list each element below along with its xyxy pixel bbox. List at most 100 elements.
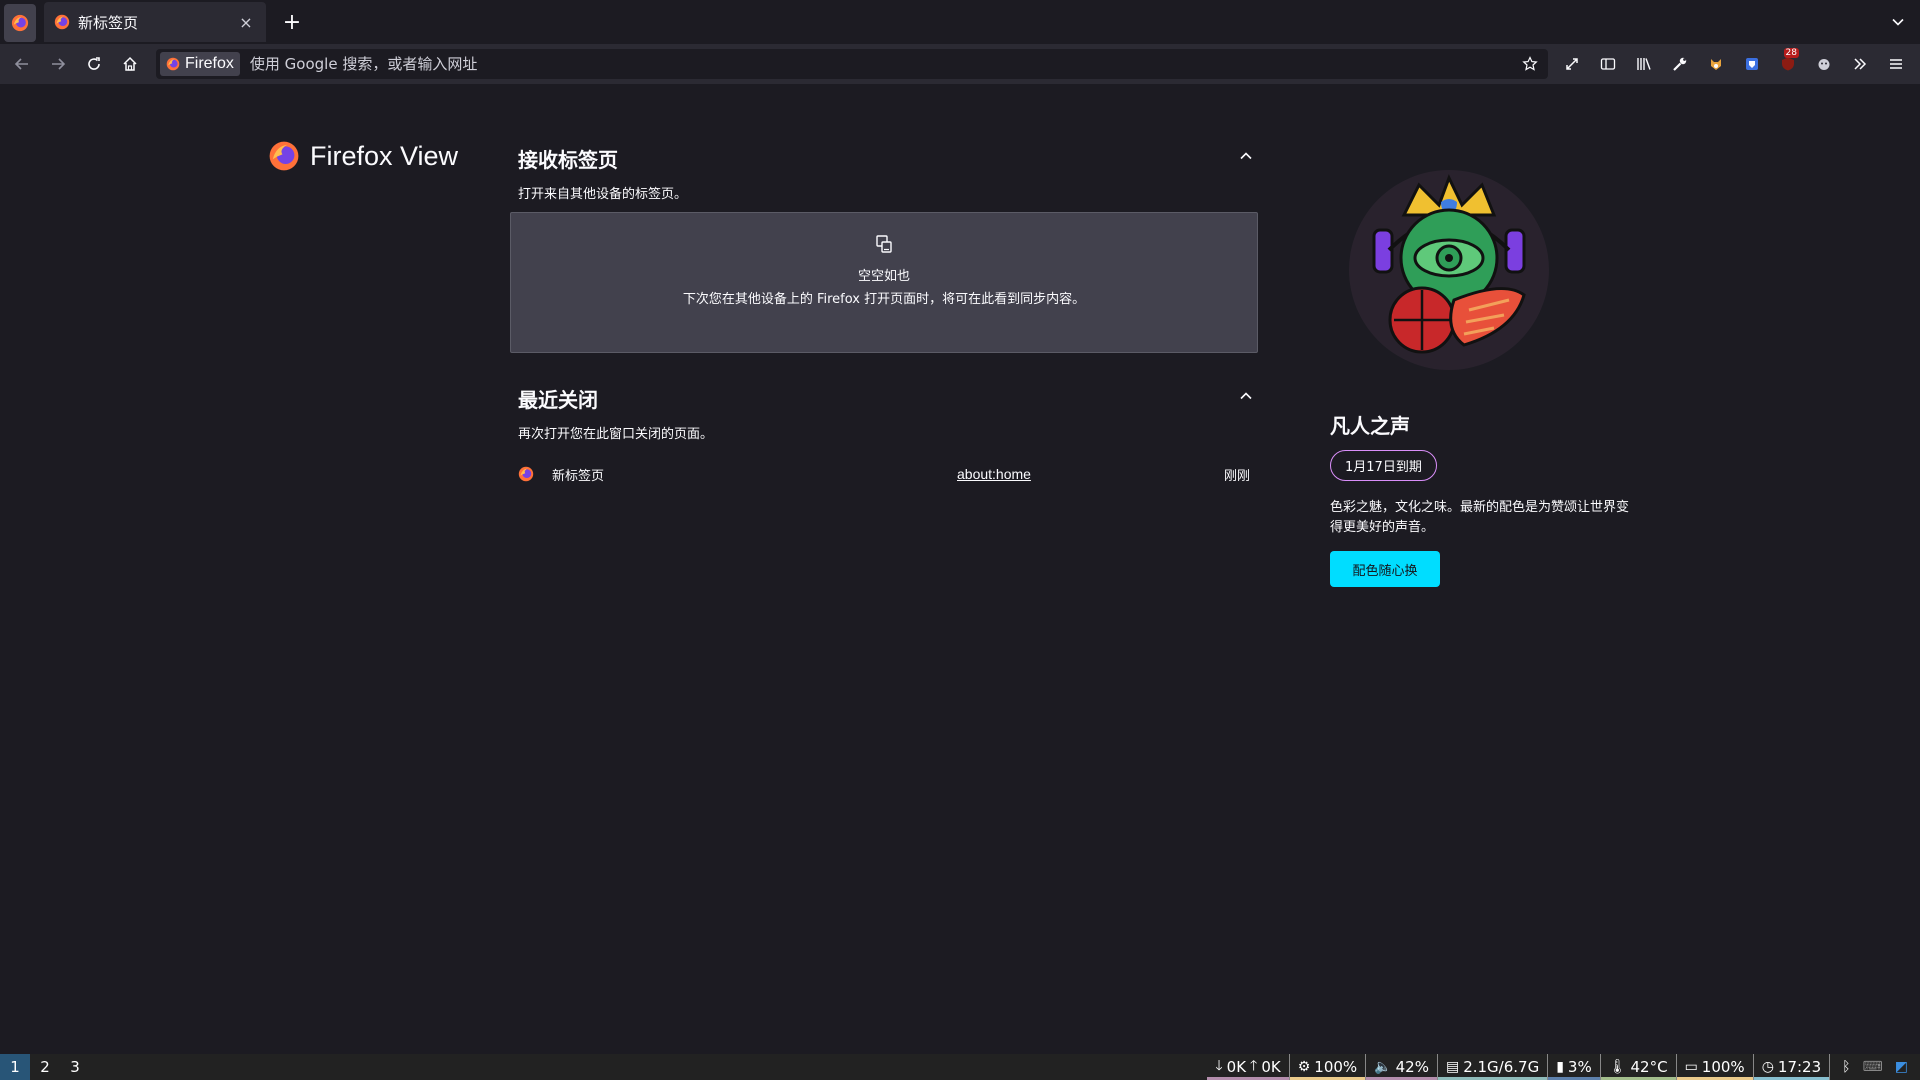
- disk-status: ▮ 3%: [1548, 1054, 1601, 1080]
- battery-icon: ▭: [1684, 1059, 1698, 1075]
- workspace-2[interactable]: 2: [30, 1054, 60, 1080]
- url-input[interactable]: [239, 52, 1516, 76]
- chevron-up-icon: [1240, 392, 1252, 400]
- disk-icon: ▮: [1556, 1059, 1564, 1075]
- firefox-logo-icon: [166, 57, 180, 71]
- chevron-down-icon: [1892, 18, 1904, 26]
- battery-value: 100%: [1701, 1058, 1745, 1076]
- firefox-logo-icon: [11, 14, 29, 32]
- mask-icon: [1818, 59, 1830, 70]
- list-all-tabs-button[interactable]: [1886, 10, 1910, 34]
- arrow-down-icon: 🡓: [1215, 1058, 1223, 1074]
- temperature-status: 🌡 42°C: [1600, 1054, 1677, 1080]
- firefox-view-button[interactable]: [4, 4, 36, 42]
- received-tabs-section: 接收标签页 打开来自其他设备的标签页。 空空如也 下次您在其他设备上的 Fire…: [510, 144, 1258, 353]
- extension-fox-button[interactable]: [1700, 48, 1732, 80]
- workspace-3[interactable]: 3: [60, 1054, 90, 1080]
- clock-icon: ◷: [1761, 1059, 1774, 1075]
- received-tabs-empty-state: 空空如也 下次您在其他设备上的 Firefox 打开页面时，将可在此看到同步内容…: [510, 212, 1258, 353]
- collapse-received-tabs-button[interactable]: [1234, 144, 1258, 168]
- shield-icon: [1746, 58, 1758, 70]
- network-status: 🡓 0K 🡑 0K: [1207, 1054, 1290, 1080]
- home-button[interactable]: [114, 48, 146, 80]
- recently-closed-description: 再次打开您在此窗口关闭的页面。: [518, 427, 714, 442]
- colorway-expiry-badge: 1月17日到期: [1330, 450, 1437, 481]
- clock-status: ◷ 17:23: [1753, 1054, 1831, 1080]
- empty-state-description: 下次您在其他设备上的 Firefox 打开页面时，将可在此看到同步内容。: [682, 292, 1086, 307]
- cpu-status: ⚙ 100%: [1289, 1054, 1367, 1080]
- memory-status: ▤ 2.1G/6.7G: [1437, 1054, 1549, 1080]
- app-menu-button[interactable]: [1880, 48, 1912, 80]
- tab-new-tab[interactable]: 新标签页 ×: [44, 2, 266, 42]
- overflow-menu-button[interactable]: [1844, 48, 1876, 80]
- cpu-value: 100%: [1314, 1058, 1358, 1076]
- speaker-icon: 🔈: [1374, 1059, 1392, 1075]
- chevron-up-icon: [1240, 152, 1252, 160]
- double-chevron-right-icon: [1854, 58, 1867, 70]
- reload-button[interactable]: [78, 48, 110, 80]
- forward-button[interactable]: [42, 48, 74, 80]
- identity-box[interactable]: Firefox: [160, 52, 240, 76]
- firefox-logo-icon: [269, 141, 299, 171]
- system-tray: ᛒ ⌨ ◩: [1830, 1059, 1920, 1075]
- disk-value: 3%: [1567, 1058, 1592, 1076]
- colorway-description: 色彩之魅，文化之味。最新的配色是为赞颂让世界变得更美好的声音。: [1330, 500, 1630, 535]
- page-title: Firefox View: [310, 140, 459, 171]
- star-icon: [1522, 56, 1538, 71]
- navigation-toolbar: Firefox 使用 Google 搜索，或者输入网址 28: [0, 44, 1920, 84]
- sidebar-icon: [1600, 58, 1616, 70]
- sidebar-button[interactable]: [1592, 48, 1624, 80]
- system-status-bar: 1 2 3 🡓 0K 🡑 0K ⚙ 100% 🔈 42% ▤ 2.1G/6.7G…: [0, 1054, 1920, 1080]
- volume-status[interactable]: 🔈 42%: [1366, 1054, 1438, 1080]
- toolbar-actions: 28: [1556, 48, 1916, 80]
- input-method-icon[interactable]: ◩: [1895, 1059, 1908, 1075]
- home-icon: [123, 56, 137, 71]
- list-item[interactable]: 新标签页 about:home 刚刚: [510, 462, 1258, 486]
- extension-counter-button[interactable]: 28: [1772, 48, 1804, 80]
- bluetooth-icon[interactable]: ᛒ: [1842, 1059, 1850, 1075]
- bookmark-star-button[interactable]: [1516, 52, 1544, 76]
- reload-icon: [88, 57, 100, 70]
- colorway-title: 凡人之声: [1330, 414, 1410, 438]
- firefox-logo-icon: [518, 466, 534, 482]
- keyboard-icon[interactable]: ⌨: [1863, 1059, 1883, 1075]
- net-down-value: 0K: [1226, 1058, 1247, 1076]
- closed-tab-url[interactable]: about:home: [957, 466, 1031, 482]
- back-button[interactable]: [6, 48, 38, 80]
- collapse-recently-closed-button[interactable]: [1234, 384, 1258, 408]
- extension-mask-button[interactable]: [1808, 48, 1840, 80]
- tab-title: 新标签页: [78, 13, 139, 32]
- net-up-value: 0K: [1261, 1058, 1281, 1076]
- clock-value: 17:23: [1777, 1058, 1822, 1076]
- recently-closed-title: 最近关闭: [518, 388, 598, 412]
- colorway-change-button[interactable]: 配色随心换: [1330, 551, 1440, 587]
- colorway-illustration: [1349, 170, 1549, 370]
- recently-closed-section: 最近关闭 再次打开您在此窗口关闭的页面。 新标签页 about:home 刚刚: [510, 384, 1258, 486]
- identity-label: Firefox: [185, 55, 234, 72]
- gear-icon: ⚙: [1297, 1059, 1311, 1075]
- url-bar[interactable]: Firefox: [156, 49, 1548, 79]
- workspace-1[interactable]: 1: [0, 1054, 30, 1080]
- received-tabs-description: 打开来自其他设备的标签页。: [518, 187, 688, 202]
- library-button[interactable]: [1628, 48, 1660, 80]
- volume-value: 42%: [1395, 1058, 1429, 1076]
- new-tab-button[interactable]: +: [278, 8, 306, 36]
- hamburger-menu-icon: [1890, 59, 1902, 69]
- battery-status: ▭ 100%: [1676, 1054, 1754, 1080]
- expand-arrows-icon: [1566, 58, 1578, 70]
- memory-value: 2.1G/6.7G: [1463, 1058, 1540, 1076]
- memory-icon: ▤: [1445, 1059, 1460, 1075]
- fullscreen-button[interactable]: [1556, 48, 1588, 80]
- close-tab-icon[interactable]: ×: [236, 13, 256, 32]
- empty-state-title: 空空如也: [857, 269, 910, 284]
- developer-tools-button[interactable]: [1664, 48, 1696, 80]
- firefox-logo-icon: [54, 14, 70, 30]
- arrow-right-icon: [52, 58, 66, 70]
- extension-shield-button[interactable]: [1736, 48, 1768, 80]
- ublock-icon: [1782, 57, 1794, 71]
- status-modules: 🡓 0K 🡑 0K ⚙ 100% 🔈 42% ▤ 2.1G/6.7G ▮ 3% …: [1207, 1054, 1920, 1080]
- closed-tab-title: 新标签页: [552, 468, 605, 484]
- closed-tab-time: 刚刚: [1223, 468, 1250, 484]
- wrench-icon: [1673, 57, 1687, 71]
- received-tabs-title: 接收标签页: [518, 148, 618, 172]
